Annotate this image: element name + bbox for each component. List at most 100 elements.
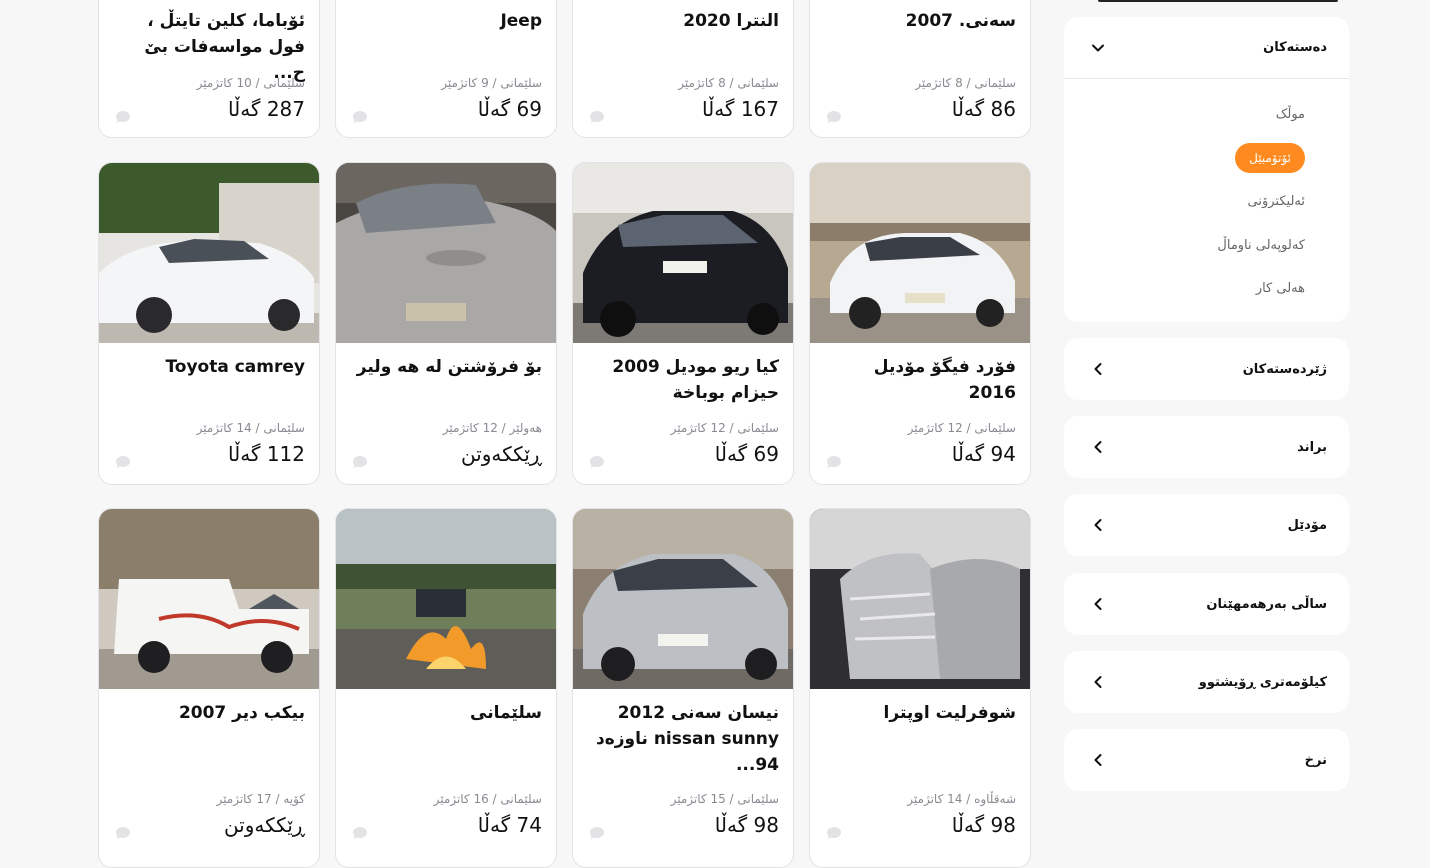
category-label: موڵک [1275, 107, 1305, 122]
filter-title: براند [1297, 439, 1327, 455]
listing-photo[interactable] [336, 163, 557, 343]
listing-price: 98 گەڵا [714, 813, 779, 837]
listing-photo[interactable] [573, 163, 794, 343]
filter-subcategories[interactable]: ژێردەستەکان [1064, 338, 1349, 400]
filter-title: ساڵی بەرهەمهێنان [1206, 596, 1327, 612]
category-item-jobs[interactable]: هەلی کار [1064, 267, 1305, 311]
category-label: کەلوپەلی ناوماڵ [1217, 237, 1305, 253]
listing-price: 74 گەڵا [477, 813, 542, 837]
filter-title: ژێردەستەکان [1242, 361, 1327, 377]
chevron-left-icon[interactable] [1090, 361, 1106, 377]
chat-icon[interactable] [115, 455, 131, 469]
listing-card[interactable]: ئۆباما، کلین تایتڵ ، فول مواسەفات بێ ح..… [98, 0, 320, 138]
chat-icon[interactable] [352, 455, 368, 469]
listing-photo[interactable] [573, 509, 794, 689]
listing-card[interactable]: نیسان سەنی 2012 nissan sunny ناوزەد 94..… [572, 508, 794, 868]
listing-title: سەنی. 2007 [905, 11, 1016, 31]
chevron-left-icon[interactable] [1090, 752, 1106, 768]
filter-price[interactable]: نرخ [1064, 729, 1349, 791]
listing-meta: سلێمانی / 8 کاتژمێر [678, 76, 779, 90]
chevron-left-icon[interactable] [1090, 517, 1106, 533]
listing-meta: کۆیە / 17 کاتژمێر [216, 792, 305, 806]
listing-card[interactable]: بیکب دیر 2007 کۆیە / 17 کاتژمێر ڕێککەوتن [98, 508, 320, 868]
listing-card[interactable]: سلێمانی سلێمانی / 16 کاتژمێر 74 گەڵا [335, 508, 557, 868]
category-label: ئۆتۆمبێل [1235, 142, 1305, 173]
filter-model[interactable]: مۆدێل [1064, 494, 1349, 556]
chat-icon[interactable] [115, 110, 131, 124]
category-item-property[interactable]: موڵک [1064, 93, 1305, 137]
category-list: موڵک ئۆتۆمبێل ئەلیکترۆنی کەلوپەلی ناوماڵ… [1064, 79, 1349, 311]
chevron-left-icon[interactable] [1090, 596, 1106, 612]
chat-icon[interactable] [826, 110, 842, 124]
listing-card[interactable]: Toyota camrey سلێمانی / 14 کاتژمێر 112 گ… [98, 162, 320, 485]
chat-icon[interactable] [826, 455, 842, 469]
listing-card[interactable]: شوفرلیت اوپترا شەقڵاوە / 14 کاتژمێر 98 گ… [809, 508, 1031, 868]
chat-icon[interactable] [589, 455, 605, 469]
chevron-left-icon[interactable] [1090, 674, 1106, 690]
listing-meta: شەقڵاوە / 14 کاتژمێر [907, 792, 1016, 806]
category-item-household[interactable]: کەلوپەلی ناوماڵ [1064, 224, 1305, 268]
listing-title: ئۆباما، کلین تایتڵ ، فول مواسەفات بێ ح..… [144, 11, 305, 83]
listing-card[interactable]: بۆ فرۆشتن لە هە ولیر هەولێر / 12 کاتژمێر… [335, 162, 557, 485]
category-label: هەلی کار [1255, 281, 1305, 296]
chat-icon[interactable] [589, 826, 605, 840]
listing-title: فۆرد فیگۆ مۆدیل 2016 [873, 357, 1016, 403]
category-item-cars[interactable]: ئۆتۆمبێل [1064, 137, 1305, 181]
listing-price: 98 گەڵا [951, 813, 1016, 837]
listing-title: النترا 2020 [683, 11, 779, 31]
listing-card[interactable]: Jeep سلێمانی / 9 کاتژمێر 69 گەڵا [335, 0, 557, 138]
listing-title: شوفرلیت اوپترا [883, 703, 1016, 723]
filter-title: مۆدێل [1287, 517, 1327, 533]
listing-meta: سلێمانی / 9 کاتژمێر [441, 76, 542, 90]
listing-price: 86 گەڵا [951, 97, 1016, 121]
listing-card[interactable]: سەنی. 2007 سلێمانی / 8 کاتژمێر 86 گەڵا [809, 0, 1031, 138]
listing-photo[interactable] [99, 163, 320, 343]
listing-title: بۆ فرۆشتن لە هە ولیر [356, 357, 542, 377]
categories-panel: دەستەکان موڵک ئۆتۆمبێل ئەلیکترۆنی کەلوپە… [1064, 17, 1349, 322]
chat-icon[interactable] [352, 110, 368, 124]
listing-price: 287 گەڵا [228, 97, 305, 121]
listing-card[interactable]: النترا 2020 سلێمانی / 8 کاتژمێر 167 گەڵا [572, 0, 794, 138]
listing-meta: سلێمانی / 12 کاتژمێر [670, 421, 779, 435]
listing-price: ڕێککەوتن [460, 442, 542, 466]
listing-photo[interactable] [810, 509, 1031, 689]
filter-title: کیلۆمەتری ڕۆیشتوو [1198, 674, 1327, 690]
listing-meta: سلێمانی / 14 کاتژمێر [196, 421, 305, 435]
filter-title: نرخ [1304, 752, 1327, 768]
listing-photo[interactable] [99, 509, 320, 689]
listing-meta: سلێمانی / 16 کاتژمێر [433, 792, 542, 806]
categories-header[interactable]: دەستەکان [1064, 17, 1349, 79]
chat-icon[interactable] [115, 826, 131, 840]
listing-title: نیسان سەنی 2012 nissan sunny ناوزەد 94..… [596, 703, 779, 775]
listing-title: بیکب دیر 2007 [178, 703, 305, 723]
chat-icon[interactable] [352, 826, 368, 840]
listing-title: سلێمانی [470, 703, 542, 723]
listing-title: Jeep [500, 11, 542, 31]
category-label: ئەلیکترۆنی [1247, 194, 1305, 209]
chat-icon[interactable] [589, 110, 605, 124]
filter-brand[interactable]: براند [1064, 416, 1349, 478]
listing-card[interactable]: کیا ریو مودیل 2009 حیزام بوباخة سلێمانی … [572, 162, 794, 485]
chat-icon[interactable] [826, 826, 842, 840]
chevron-left-icon[interactable] [1090, 439, 1106, 455]
listing-price: 69 گەڵا [714, 442, 779, 466]
filter-year[interactable]: ساڵی بەرهەمهێنان [1064, 573, 1349, 635]
listing-title: کیا ریو مودیل 2009 حیزام بوباخة [612, 357, 779, 403]
listing-price: 112 گەڵا [228, 442, 305, 466]
chevron-down-icon[interactable] [1090, 40, 1106, 56]
top-bar-edge [1098, 0, 1338, 2]
listing-card[interactable]: فۆرد فیگۆ مۆدیل 2016 سلێمانی / 12 کاتژمێ… [809, 162, 1031, 485]
listing-title: Toyota camrey [165, 357, 305, 377]
categories-title: دەستەکان [1263, 40, 1327, 55]
category-item-electronics[interactable]: ئەلیکترۆنی [1064, 180, 1305, 224]
listing-photo[interactable] [810, 163, 1031, 343]
listing-meta: سلێمانی / 15 کاتژمێر [670, 792, 779, 806]
listing-price: 69 گەڵا [477, 97, 542, 121]
listing-photo[interactable] [336, 509, 557, 689]
filter-mileage[interactable]: کیلۆمەتری ڕۆیشتوو [1064, 651, 1349, 713]
listing-meta: سلێمانی / 10 کاتژمێر [196, 76, 305, 90]
listing-meta: هەولێر / 12 کاتژمێر [442, 421, 542, 435]
listing-meta: سلێمانی / 8 کاتژمێر [915, 76, 1016, 90]
listing-price: ڕێککەوتن [223, 813, 305, 837]
listing-price: 167 گەڵا [702, 97, 779, 121]
